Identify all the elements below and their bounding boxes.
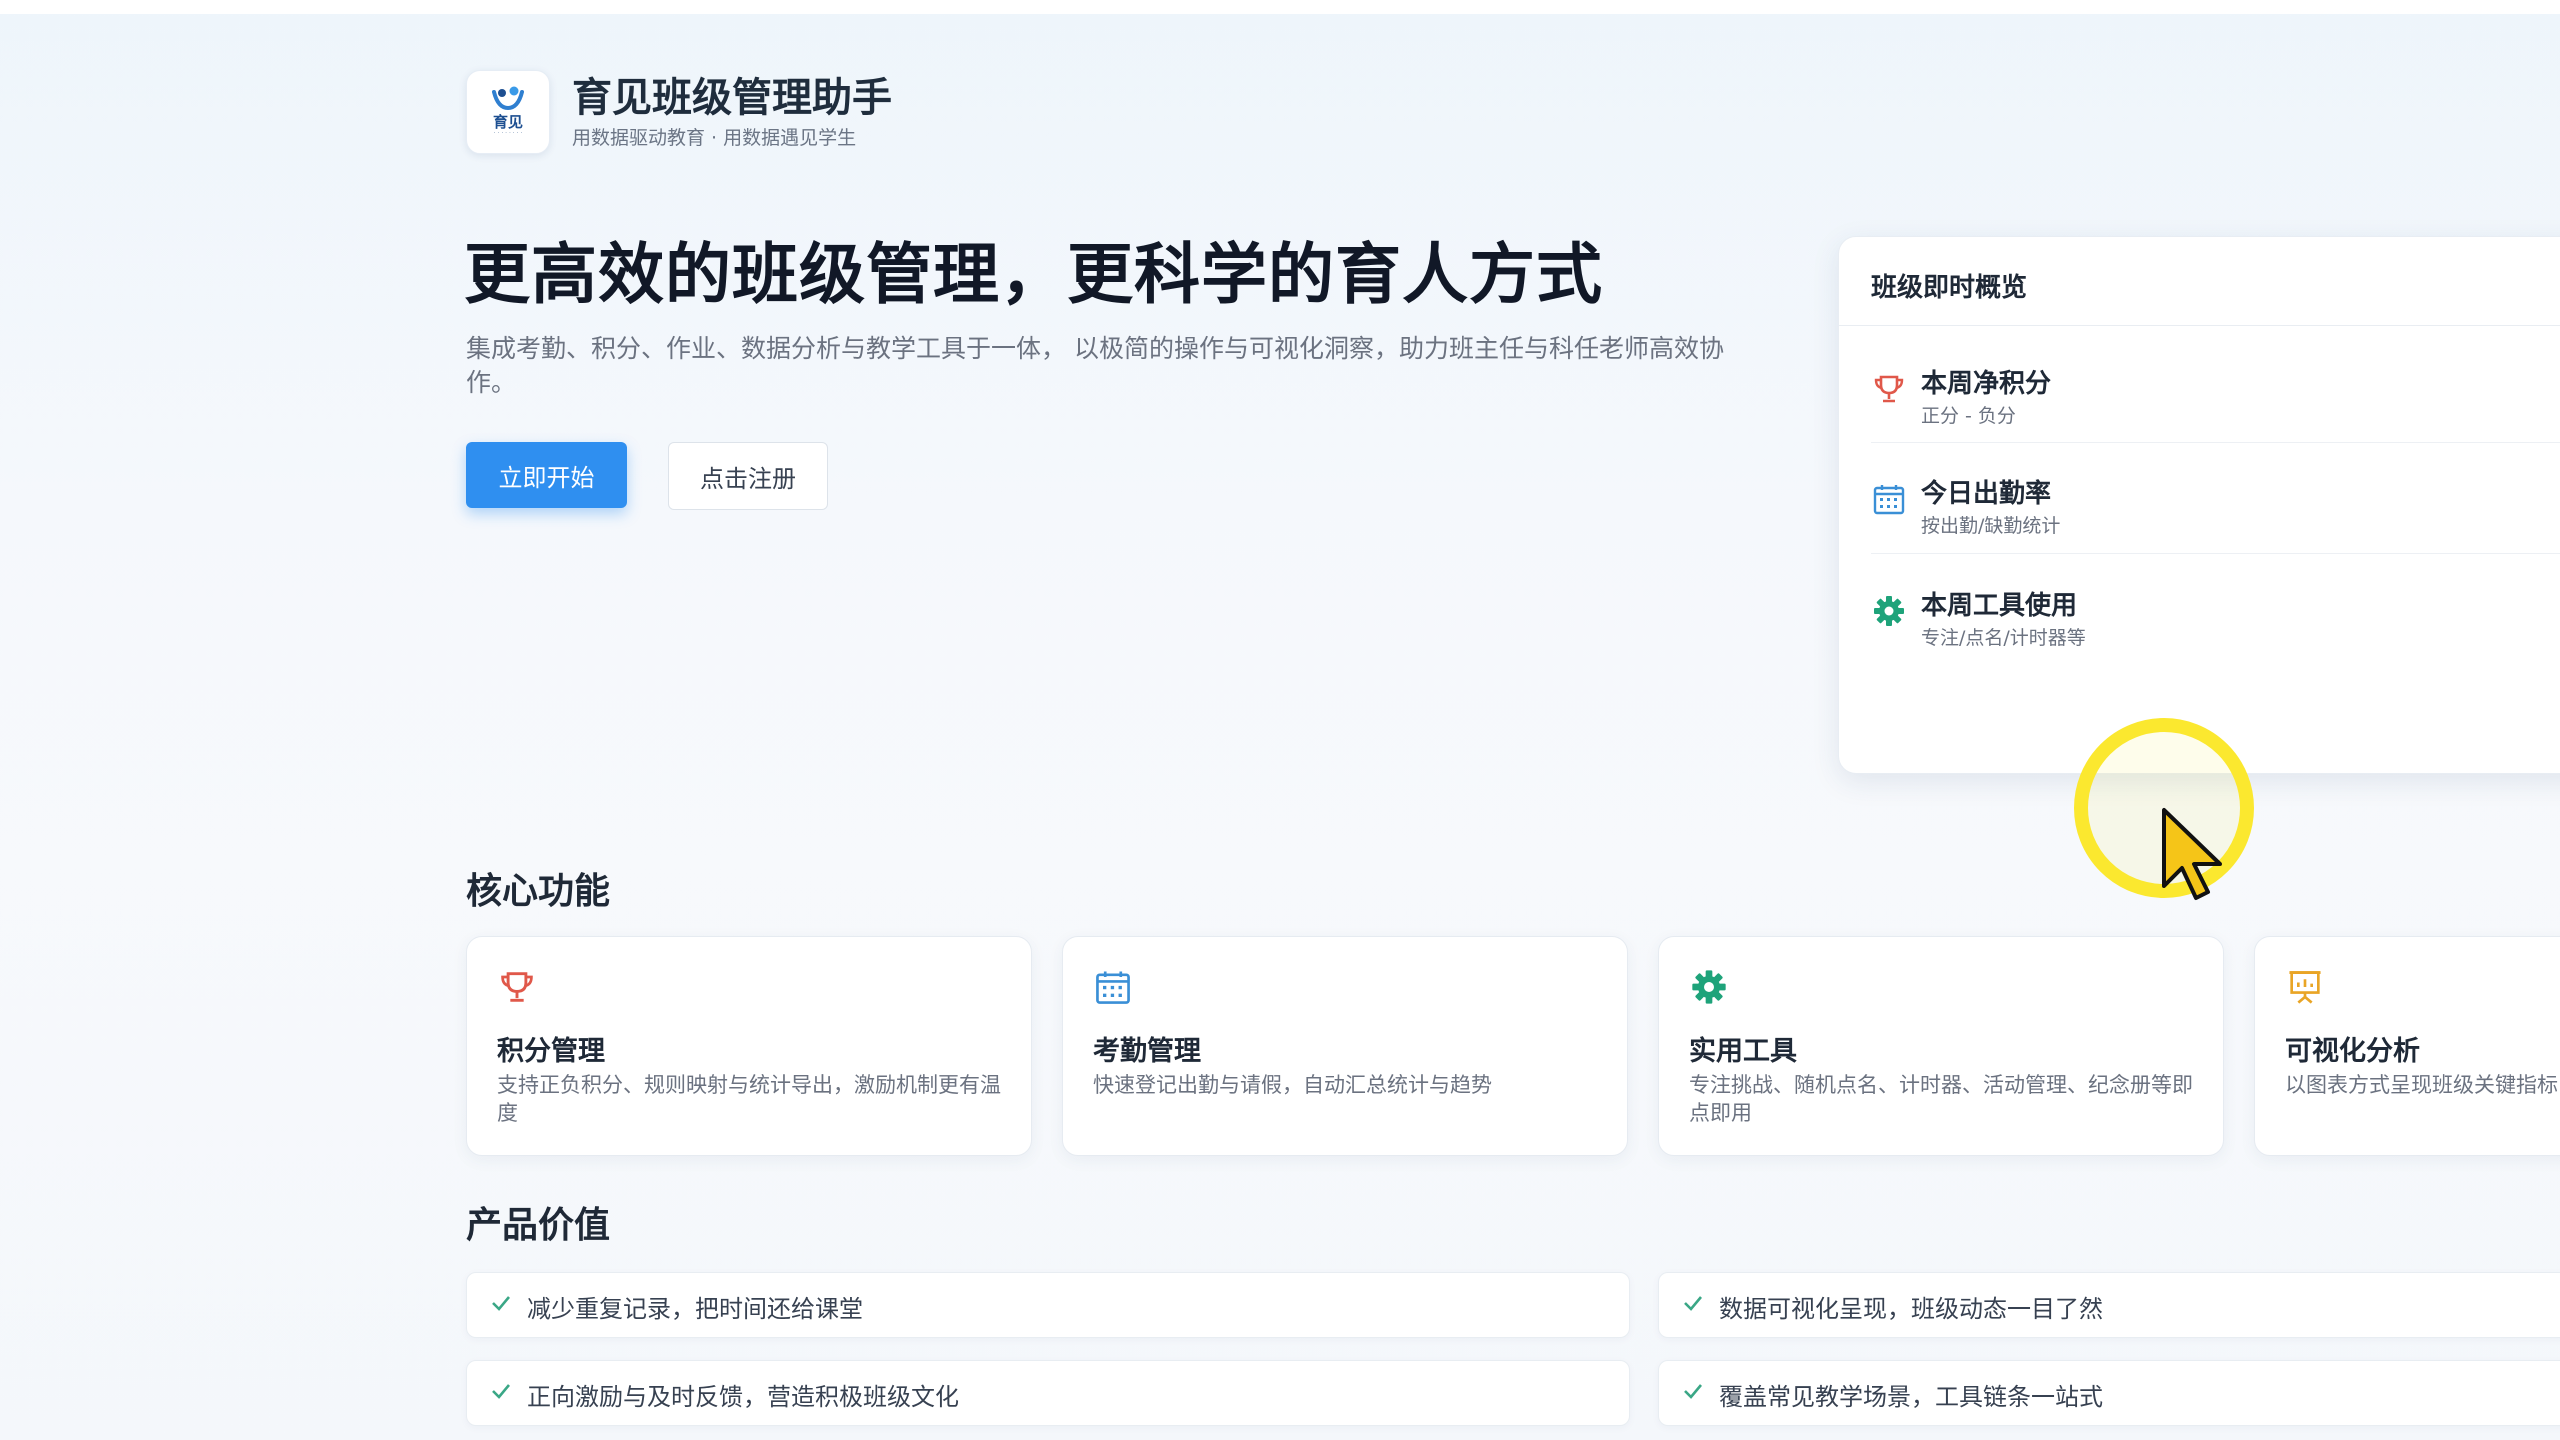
gear-icon bbox=[1692, 970, 1726, 1004]
overview-item-sub: 专注/点名/计时器等 bbox=[1921, 627, 2086, 649]
feature-description: 支持正负积分、规则映射与统计导出，激励机制更有温度 bbox=[497, 1073, 1001, 1125]
feature-title: 考勤管理 bbox=[1093, 1036, 1201, 1067]
class-overview-card: 班级即时概览 本周净积分 正分 - 负分 今日出勤率 按出勤/缺勤统计 本周工具… bbox=[1838, 236, 2560, 774]
hero-title: 更高效的班级管理，更科学的育人方式 bbox=[464, 236, 1603, 313]
start-button[interactable]: 立即开始 bbox=[466, 442, 627, 508]
overview-item-label: 本周工具使用 bbox=[1921, 591, 2078, 621]
check-icon bbox=[492, 1384, 510, 1399]
overview-item-weekly-points[interactable]: 本周净积分 正分 - 负分 bbox=[1871, 343, 2560, 453]
gear-icon bbox=[1874, 596, 1904, 626]
value-item: 正向激励与及时反馈，营造积极班级文化 bbox=[466, 1360, 1630, 1426]
overview-title: 班级即时概览 bbox=[1871, 273, 2028, 303]
calendar-icon bbox=[1096, 971, 1130, 1004]
trophy-icon bbox=[501, 972, 533, 1002]
overview-item-tool-usage[interactable]: 本周工具使用 专注/点名/计时器等 bbox=[1871, 565, 2560, 675]
check-icon bbox=[492, 1296, 510, 1311]
core-features-title: 核心功能 bbox=[466, 871, 611, 912]
presentation-chart-icon bbox=[2289, 971, 2321, 1004]
feature-title: 可视化分析 bbox=[2285, 1036, 2420, 1067]
feature-card-attendance[interactable]: 考勤管理 快速登记出勤与请假，自动汇总统计与趋势 bbox=[1062, 936, 1628, 1156]
overview-item-label: 本周净积分 bbox=[1921, 369, 2052, 399]
mouse-cursor-icon bbox=[2162, 808, 2222, 900]
value-text: 覆盖常见教学场景，工具链条一站式 bbox=[1719, 1383, 2103, 1411]
feature-description: 以图表方式呈现班级关键指标 bbox=[2285, 1073, 2558, 1097]
overview-divider bbox=[1839, 325, 2560, 326]
calendar-icon bbox=[1873, 485, 1905, 515]
overview-item-label: 今日出勤率 bbox=[1921, 479, 2052, 509]
value-item: 数据可视化呈现，班级动态一目了然 bbox=[1658, 1272, 2560, 1338]
app-title: 育见班级管理助手 bbox=[572, 75, 892, 121]
value-text: 减少重复记录，把时间还给课堂 bbox=[527, 1295, 863, 1323]
value-item: 覆盖常见教学场景，工具链条一站式 bbox=[1658, 1360, 2560, 1426]
logo-subtext: · · · · · · · · bbox=[493, 130, 523, 137]
feature-title: 实用工具 bbox=[1689, 1036, 1797, 1067]
logo-text: 育见 bbox=[492, 113, 523, 131]
value-text: 正向激励与及时反馈，营造积极班级文化 bbox=[527, 1383, 959, 1411]
product-value-title: 产品价值 bbox=[466, 1205, 611, 1246]
register-button[interactable]: 点击注册 bbox=[668, 442, 828, 510]
feature-description: 快速登记出勤与请假，自动汇总统计与趋势 bbox=[1093, 1073, 1492, 1097]
check-icon bbox=[1684, 1384, 1702, 1399]
browser-top-edge bbox=[0, 0, 2560, 14]
check-icon bbox=[1684, 1296, 1702, 1311]
app-slogan: 用数据驱动教育 · 用数据遇见学生 bbox=[572, 127, 857, 149]
app-logo: 育见 · · · · · · · · bbox=[466, 70, 550, 154]
feature-title: 积分管理 bbox=[497, 1036, 605, 1067]
brand-header[interactable]: 育见 · · · · · · · · 育见班级管理助手 用数据驱动教育 · 用数… bbox=[466, 70, 892, 154]
trophy-icon bbox=[1874, 375, 1904, 403]
feature-description: 专注挑战、随机点名、计时器、活动管理、纪念册等即点即用 bbox=[1689, 1073, 2193, 1125]
value-item: 减少重复记录，把时间还给课堂 bbox=[466, 1272, 1630, 1338]
overview-item-attendance[interactable]: 今日出勤率 按出勤/缺勤统计 bbox=[1871, 453, 2560, 563]
overview-item-sub: 按出勤/缺勤统计 bbox=[1921, 515, 2061, 537]
value-text: 数据可视化呈现，班级动态一目了然 bbox=[1719, 1295, 2103, 1323]
overview-separator bbox=[1871, 442, 2560, 443]
hero-description: 集成考勤、积分、作业、数据分析与教学工具于一体， 以极简的操作与可视化洞察，助力… bbox=[466, 334, 1724, 397]
feature-card-tools[interactable]: 实用工具 专注挑战、随机点名、计时器、活动管理、纪念册等即点即用 bbox=[1658, 936, 2224, 1156]
overview-separator bbox=[1871, 553, 2560, 554]
feature-card-points[interactable]: 积分管理 支持正负积分、规则映射与统计导出，激励机制更有温度 bbox=[466, 936, 1032, 1156]
feature-card-visualization[interactable]: 可视化分析 以图表方式呈现班级关键指标 bbox=[2254, 936, 2560, 1156]
overview-item-sub: 正分 - 负分 bbox=[1921, 405, 2016, 427]
